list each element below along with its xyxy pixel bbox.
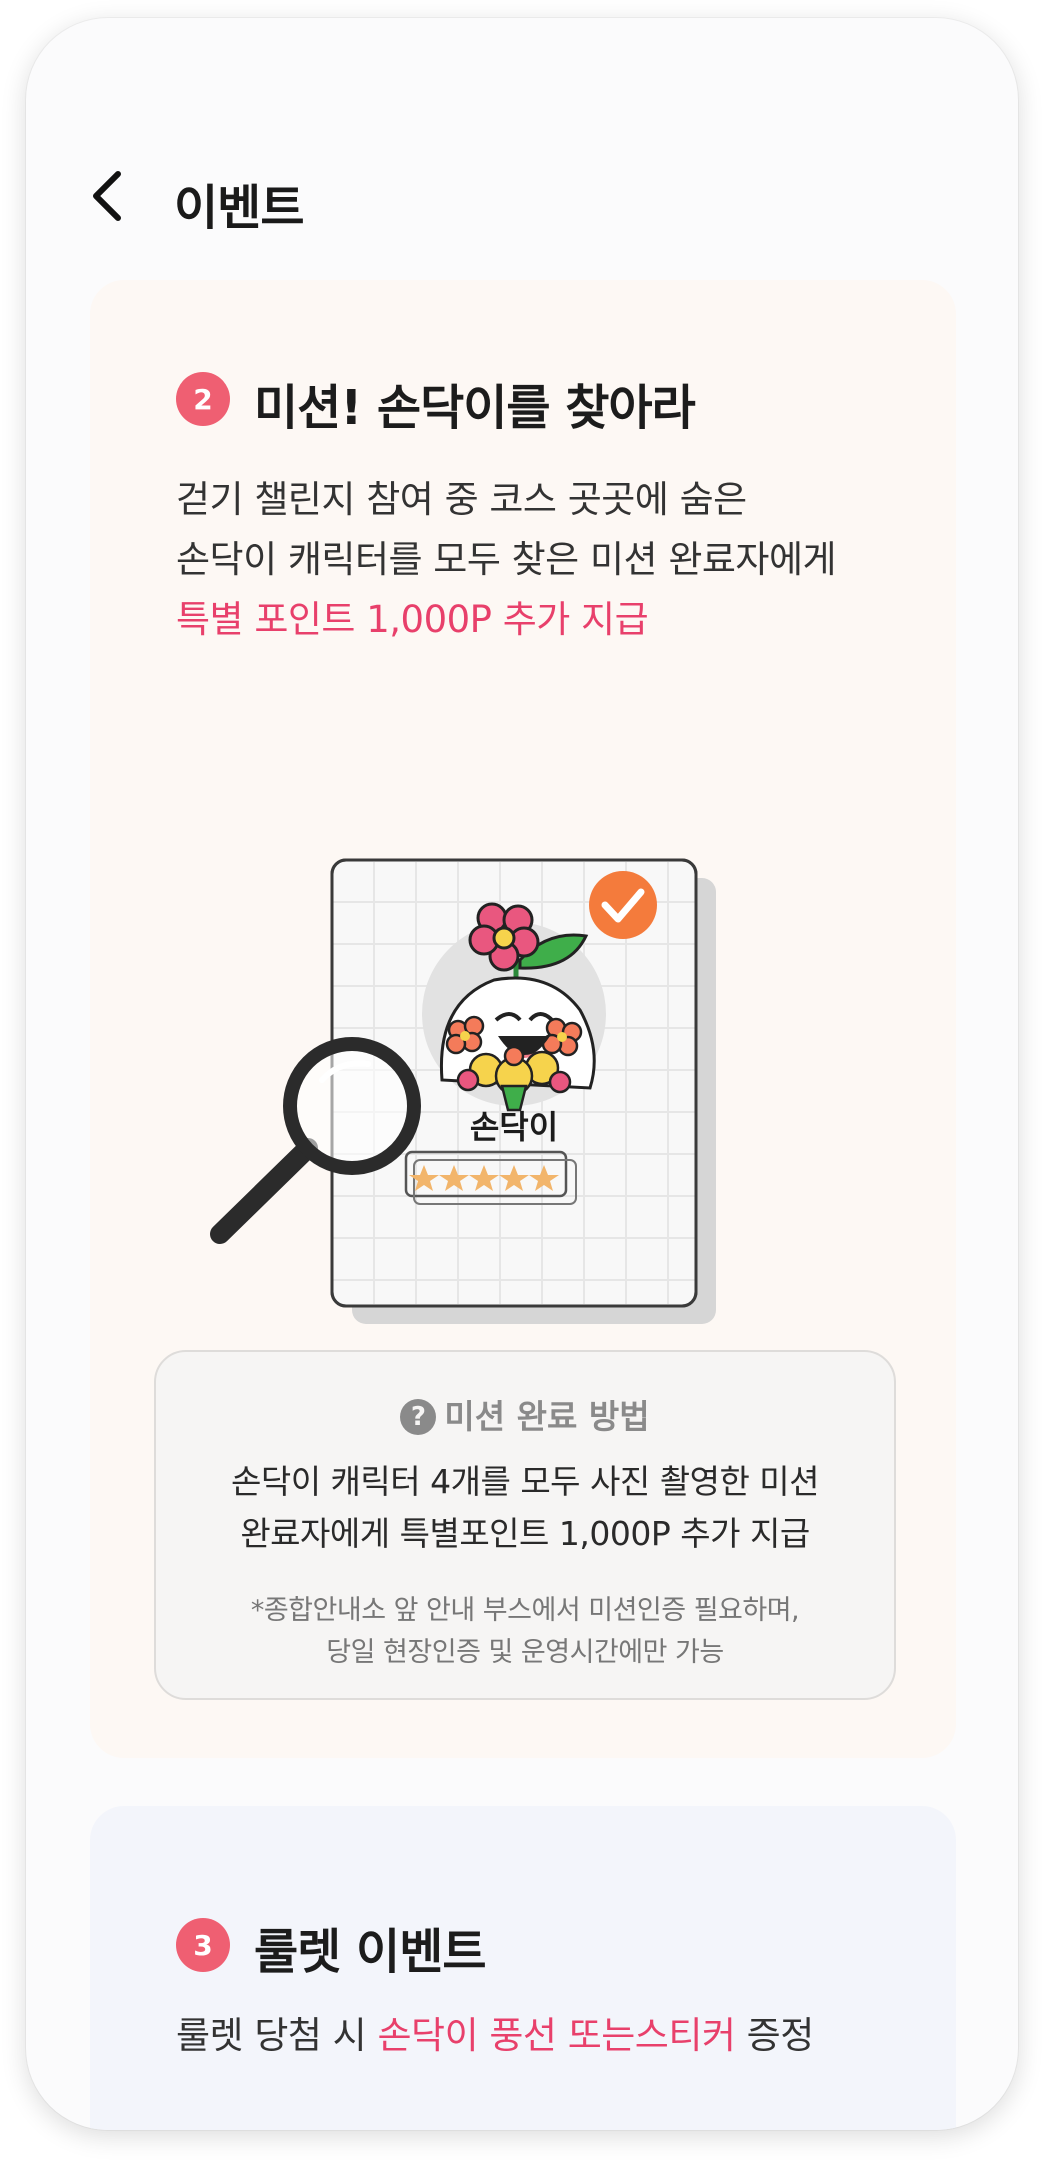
rating-stars xyxy=(404,1150,577,1205)
question-icon: ? xyxy=(400,1399,437,1435)
howto-note-line1: *종합안내소 앞 안내 부스에서 미션인증 필요하며, xyxy=(250,1595,800,1626)
roulette-title: 룰렛 이벤트 xyxy=(254,1924,487,1980)
phone-screen: 이벤트 2 미션! 손닥이를 찾아라 걷기 챌린지 참여 중 코스 곳곳에 숨은… xyxy=(26,18,1018,2130)
step-badge: 3 xyxy=(176,1918,230,1972)
howto-note: *종합안내소 앞 안내 부스에서 미션인증 필요하며, 당일 현장인증 및 운영… xyxy=(156,1590,894,1674)
page-title: 이벤트 xyxy=(174,180,304,236)
roulette-desc-suffix: 증정 xyxy=(735,2014,815,2057)
mission-desc-line2: 손닥이 캐릭터를 모두 찾은 미션 완료자에게 xyxy=(176,538,837,581)
roulette-card: 3 룰렛 이벤트 룰렛 당첨 시 손닥이 풍선 또는스티커 증정 xyxy=(90,1806,956,2130)
mission-desc-highlight: 특별 포인트 1,000P 추가 지급 xyxy=(176,598,649,641)
howto-body-line2: 완료자에게 특별포인트 1,000P 추가 지급 xyxy=(240,1514,810,1553)
mission-desc-line1: 걷기 챌린지 참여 중 코스 곳곳에 숨은 xyxy=(176,478,747,521)
howto-heading: ? 미션 완료 방법 xyxy=(156,1390,894,1438)
back-arrow-icon xyxy=(93,171,121,221)
howto-body-line1: 손닥이 캐릭터 4개를 모두 사진 촬영한 미션 xyxy=(230,1462,820,1501)
character-name: 손닥이 xyxy=(469,1108,559,1146)
mission-card: 2 미션! 손닥이를 찾아라 걷기 챌린지 참여 중 코스 곳곳에 숨은 손닥이… xyxy=(90,280,956,1758)
app-header: 이벤트 xyxy=(26,138,1018,238)
roulette-desc-prefix: 룰렛 당첨 시 xyxy=(176,2014,378,2057)
howto-note-line2: 당일 현장인증 및 운영시간에만 가능 xyxy=(326,1637,724,1668)
mission-description: 걷기 챌린지 참여 중 코스 곳곳에 숨은 손닥이 캐릭터를 모두 찾은 미션 … xyxy=(176,470,837,650)
roulette-desc-highlight: 손닥이 풍선 또는스티커 xyxy=(377,2014,736,2057)
step-badge: 2 xyxy=(176,372,230,426)
howto-body: 손닥이 캐릭터 4개를 모두 사진 촬영한 미션 완료자에게 특별포인트 1,0… xyxy=(156,1456,894,1560)
star-icon xyxy=(409,1165,559,1191)
character-sondagi xyxy=(439,902,596,1112)
check-icon xyxy=(589,871,657,939)
mission-howto-box: ? 미션 완료 방법 손닥이 캐릭터 4개를 모두 사진 촬영한 미션 완료자에게… xyxy=(154,1350,896,1700)
howto-title: 미션 완료 방법 xyxy=(444,1397,650,1436)
mission-title: 미션! 손닥이를 찾아라 xyxy=(254,380,696,436)
back-button[interactable] xyxy=(80,166,140,226)
roulette-description: 룰렛 당첨 시 손닥이 풍선 또는스티커 증정 xyxy=(176,2006,814,2066)
